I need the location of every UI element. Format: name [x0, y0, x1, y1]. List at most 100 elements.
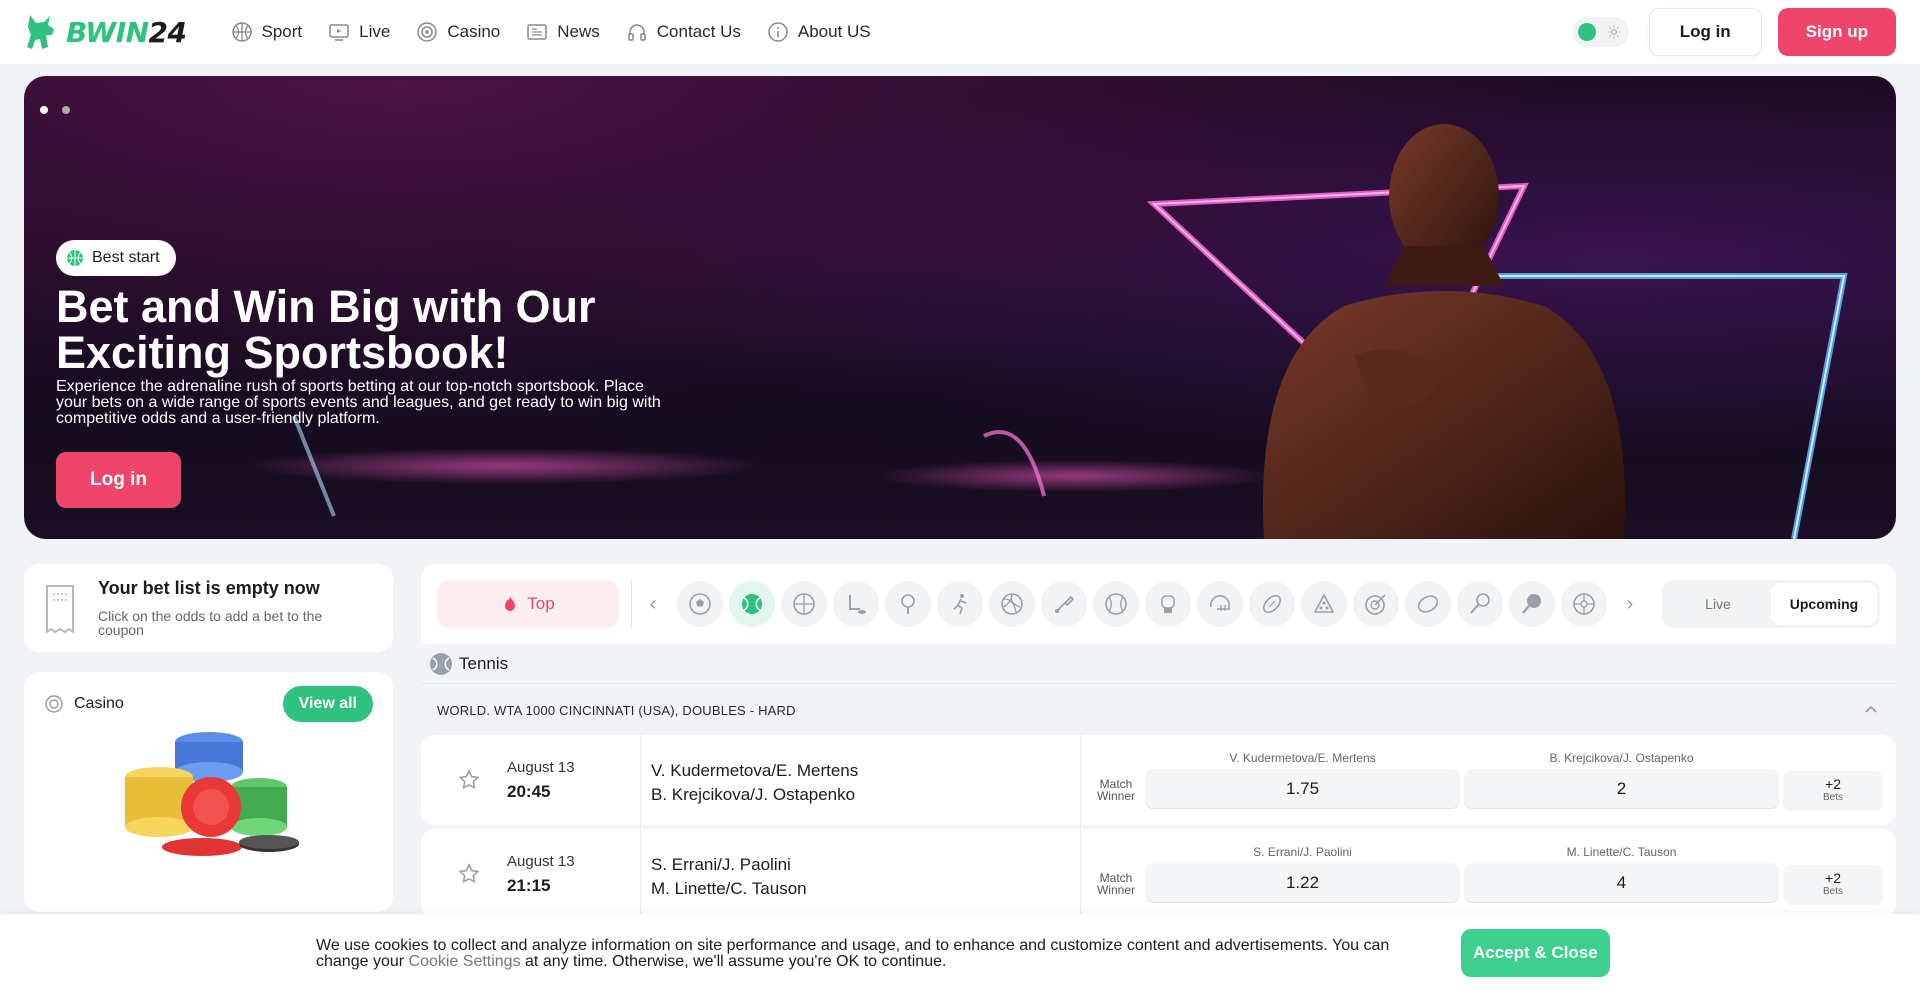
nav-sport[interactable]: Sport: [231, 21, 302, 43]
rugby-icon: [1262, 594, 1281, 614]
chip-icon: [45, 695, 63, 713]
hero-description: Experience the adrenaline rush of sports…: [56, 378, 661, 427]
tab-upcoming[interactable]: Upcoming: [1771, 583, 1877, 625]
tab-live[interactable]: Live: [1665, 583, 1771, 625]
nav-casino[interactable]: Casino: [416, 21, 500, 43]
table-tennis-icon: [900, 594, 915, 614]
hero-banner: Best start Bet and Win Big with Our Exci…: [24, 76, 1896, 539]
chevron-up-icon[interactable]: [1864, 702, 1878, 716]
match-odds: Match Winner S. Errani/J. Paolini 1.22 M…: [1081, 829, 1896, 919]
sports-filter-bar: Top ‹ › Live Upcoming: [421, 564, 1896, 644]
hero-title: Bet and Win Big with Our Exciting Sports…: [56, 281, 596, 378]
team-away: M. Linette/C. Tauson: [651, 879, 807, 898]
sport-boxing[interactable]: [1142, 580, 1193, 628]
odd-button-1[interactable]: 1.22: [1145, 863, 1460, 903]
newspaper-icon: [527, 24, 548, 40]
sport-darts[interactable]: [1350, 580, 1401, 628]
odd-button-1[interactable]: 1.75: [1145, 769, 1460, 809]
divider: [631, 580, 632, 628]
sport-squash[interactable]: [1454, 580, 1505, 628]
header-actions: Log in Sign up: [1572, 8, 1896, 56]
sport-rugby[interactable]: [1246, 580, 1297, 628]
sport-table-tennis[interactable]: [882, 580, 933, 628]
more-bets-button[interactable]: +2 Bets: [1783, 771, 1883, 811]
favorite-star[interactable]: [421, 829, 493, 919]
cookie-banner: We use cookies to collect and analyze in…: [0, 914, 1920, 993]
casino-card: Casino View all: [24, 672, 393, 912]
odd-name: S. Errani/J. Paolini: [1253, 845, 1352, 859]
more-bets-button[interactable]: +2 Bets: [1783, 865, 1883, 905]
theme-toggle[interactable]: [1572, 17, 1629, 47]
odd-button-2[interactable]: 2: [1464, 769, 1779, 809]
hero-login-button[interactable]: Log in: [56, 452, 181, 508]
match-odds: Match Winner V. Kudermetova/E. Mertens 1…: [1081, 735, 1896, 825]
ticket-icon: [46, 585, 74, 634]
match-row: August 13 20:45 V. Kudermetova/E. Merten…: [421, 735, 1896, 825]
live-upcoming-toggle: Live Upcoming: [1662, 580, 1880, 628]
market-label: Match Winner: [1096, 777, 1135, 803]
carousel-dot-1[interactable]: [40, 106, 48, 114]
sun-icon: [1607, 25, 1621, 39]
sport-aussie-rules[interactable]: [1402, 580, 1453, 628]
match-date: August 13: [507, 759, 575, 776]
baseball-icon: [1104, 593, 1127, 615]
sport-ice-hockey[interactable]: [830, 580, 881, 628]
match-time: August 13 20:45: [493, 735, 641, 825]
match-teams[interactable]: V. Kudermetova/E. Mertens B. Krejcikova/…: [641, 735, 1081, 825]
accept-close-button[interactable]: Accept & Close: [1461, 929, 1610, 977]
sport-futsal[interactable]: [1558, 580, 1609, 628]
sport-volleyball[interactable]: [986, 580, 1037, 628]
squash-icon: [1469, 593, 1490, 614]
logo-text: BWIN24: [66, 15, 187, 49]
sport-padel[interactable]: [1506, 580, 1557, 628]
casino-label: Casino: [74, 695, 124, 712]
sport-american-football[interactable]: [1194, 580, 1245, 628]
scroll-right-arrow[interactable]: ›: [1619, 580, 1641, 628]
match-date: August 13: [507, 853, 575, 870]
tennis-icon: [430, 652, 452, 675]
carousel-dots: [40, 106, 70, 114]
view-all-button[interactable]: View all: [282, 686, 373, 722]
sport-baseball[interactable]: [1090, 580, 1141, 628]
login-button[interactable]: Log in: [1648, 8, 1762, 56]
info-icon: [768, 22, 788, 42]
top-filter-button[interactable]: Top: [437, 580, 619, 628]
sport-basketball[interactable]: [778, 580, 829, 628]
carousel-dot-2[interactable]: [62, 106, 70, 114]
sport-snooker[interactable]: [1298, 580, 1349, 628]
match-teams[interactable]: S. Errani/J. Paolini M. Linette/C. Tauso…: [641, 829, 1081, 919]
sport-tennis[interactable]: [726, 580, 777, 628]
cookie-text: We use cookies to collect and analyze in…: [316, 937, 1390, 970]
sport-badminton[interactable]: [1038, 580, 1089, 628]
darts-icon: [1364, 594, 1386, 615]
odd-name: M. Linette/C. Tauson: [1566, 845, 1677, 859]
sport-athletics[interactable]: [934, 580, 985, 628]
athletics-icon: [952, 594, 966, 615]
odd-button-2[interactable]: 4: [1464, 863, 1779, 903]
signup-button[interactable]: Sign up: [1777, 8, 1896, 56]
boxing-icon: [1160, 595, 1175, 613]
team-home: S. Errani/J. Paolini: [651, 855, 791, 874]
nav-about[interactable]: About US: [767, 21, 871, 43]
star-icon: [458, 769, 480, 790]
odd-name: B. Krejcikova/J. Ostapenko: [1549, 751, 1694, 765]
american-football-helmet-icon: [1209, 594, 1230, 611]
sport-soccer[interactable]: [674, 580, 725, 628]
favorite-star[interactable]: [421, 735, 493, 825]
match-hour: 20:45: [507, 782, 551, 801]
star-icon: [458, 863, 480, 884]
nav-news[interactable]: News: [526, 21, 600, 43]
best-start-badge: Best start: [56, 240, 176, 276]
cookie-settings-link[interactable]: Cookie Settings: [409, 953, 521, 970]
nav-live[interactable]: Live: [328, 21, 390, 43]
scroll-left-arrow[interactable]: ‹: [642, 580, 664, 628]
futsal-icon: [1572, 593, 1595, 615]
match-time: August 13 21:15: [493, 829, 641, 919]
league-header[interactable]: WORLD. WTA 1000 CINCINNATI (USA), DOUBLE…: [421, 686, 1896, 734]
team-away: B. Krejcikova/J. Ostapenko: [651, 785, 856, 804]
bet-list-title: Your bet list is empty now: [98, 578, 320, 598]
nav-contact[interactable]: Contact Us: [626, 21, 741, 43]
soccer-icon: [688, 593, 711, 615]
logo[interactable]: BWIN24: [24, 13, 187, 51]
odd-name: V. Kudermetova/E. Mertens: [1229, 751, 1376, 765]
